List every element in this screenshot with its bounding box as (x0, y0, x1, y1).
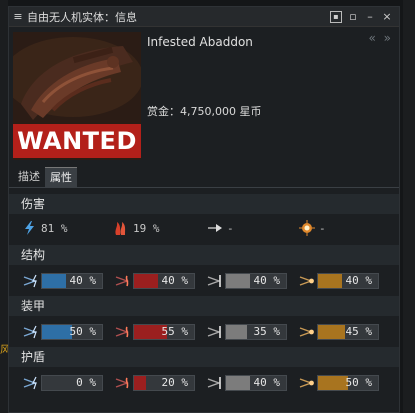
shield-resist-bar: 0 % (41, 375, 103, 391)
structure-resist-value: 40 % (253, 274, 281, 287)
kinetic-damage-icon (208, 224, 222, 232)
section-body-structure: 40 % 40 % 40 % 40 % (9, 265, 399, 293)
structure-resist-value: 40 % (69, 274, 97, 287)
armor-resist-bar: 45 % (317, 324, 379, 340)
damage-item-explosive: - (299, 214, 326, 242)
shield-resist-fill (318, 376, 348, 390)
damage-item-thermal: 19 % (113, 214, 160, 242)
section-title-shield: 护盾 (9, 347, 399, 367)
tab-bar: 描述 属性 (13, 167, 77, 187)
armor-resist-value: 55 % (161, 325, 189, 338)
structure-resist-fill (226, 274, 250, 288)
shield-resist-bar: 40 % (225, 375, 287, 391)
window-controls: ▪ ▫ – × (330, 10, 399, 23)
minimize-icon[interactable]: – (364, 10, 376, 23)
shield-resist-thermal: 20 % (113, 374, 195, 392)
ship-name: Infested Abaddon (147, 35, 253, 49)
window-titlebar[interactable]: ≡ 自由无人机实体：信息 ▪ ▫ – × (9, 7, 399, 27)
em-resist-icon (21, 324, 41, 340)
damage-item-em: 81 % (21, 214, 68, 242)
explosive-resist-icon (297, 324, 317, 340)
em-damage-icon (25, 221, 34, 235)
armor-resist-em: 50 % (21, 323, 103, 341)
shield-resist-bar: 20 % (133, 375, 195, 391)
armor-resist-explosive: 45 % (297, 323, 379, 341)
shield-resist-explosive: 50 % (297, 374, 379, 392)
tab-attributes[interactable]: 属性 (45, 167, 77, 187)
shield-resist-value: 40 % (253, 376, 281, 389)
info-header: WANTED Infested Abaddon 赏金：4,750,000 星币 … (9, 28, 399, 166)
em-resist-icon (21, 273, 41, 289)
shield-resist-fill (134, 376, 146, 390)
structure-resist-value: 40 % (161, 274, 189, 287)
explosive-damage-icon (299, 220, 315, 236)
section-body-armor: 50 % 55 % 35 % 45 % (9, 316, 399, 344)
thermal-resist-icon (113, 324, 133, 340)
shield-resist-value: 50 % (345, 376, 373, 389)
shield-resist-kinetic: 40 % (205, 374, 287, 392)
structure-resist-em: 40 % (21, 272, 103, 290)
background-left-edge: 风 (0, 0, 10, 413)
kinetic-resist-icon (205, 273, 225, 289)
armor-resist-value: 35 % (253, 325, 281, 338)
thermal-resist-icon (113, 375, 133, 391)
armor-resist-fill (226, 325, 247, 339)
window-menu-icon[interactable]: ≡ (9, 10, 27, 23)
structure-resist-explosive: 40 % (297, 272, 379, 290)
damage-item-kinetic: - (207, 214, 234, 242)
structure-resist-bar: 40 % (133, 273, 195, 289)
bounty-text: 赏金：4,750,000 星币 (147, 105, 262, 118)
structure-resist-bar: 40 % (225, 273, 287, 289)
structure-resist-fill (318, 274, 342, 288)
section-body-shield: 0 % 20 % 40 % 50 % (9, 367, 399, 395)
kinetic-resist-icon (205, 324, 225, 340)
explosive-resist-icon (297, 375, 317, 391)
armor-resist-bar: 35 % (225, 324, 287, 340)
armor-resist-bar: 55 % (133, 324, 195, 340)
armor-resist-fill (42, 325, 72, 339)
shield-resist-value: 20 % (161, 376, 189, 389)
ship-portrait: WANTED (13, 32, 141, 160)
pin-icon[interactable]: ▫ (347, 10, 359, 23)
structure-resist-kinetic: 40 % (205, 272, 287, 290)
armor-resist-value: 50 % (69, 325, 97, 338)
background-right-edge (403, 0, 415, 413)
armor-resist-bar: 50 % (41, 324, 103, 340)
window-title: 自由无人机实体：信息 (27, 10, 137, 24)
shield-resist-fill (226, 376, 250, 390)
shield-resist-value: 0 % (76, 376, 96, 389)
shield-resist-em: 0 % (21, 374, 103, 392)
armor-resist-value: 45 % (345, 325, 373, 338)
section-title-armor: 装甲 (9, 296, 399, 316)
explosive-resist-icon (297, 273, 317, 289)
structure-resist-fill (42, 274, 66, 288)
armor-resist-thermal: 55 % (113, 323, 195, 341)
damage-thermal-value: 19 % (133, 221, 160, 235)
kinetic-resist-icon (205, 375, 225, 391)
damage-explosive-value: - (319, 221, 326, 235)
structure-resist-bar: 40 % (41, 273, 103, 289)
armor-resist-kinetic: 35 % (205, 323, 287, 341)
shield-resist-bar: 50 % (317, 375, 379, 391)
structure-resist-value: 40 % (345, 274, 373, 287)
info-window: ≡ 自由无人机实体：信息 ▪ ▫ – × WANTED Infested Aba… (8, 6, 400, 413)
wanted-banner: WANTED (13, 124, 141, 158)
thermal-damage-icon (115, 222, 126, 235)
tab-divider (9, 187, 399, 188)
thermal-resist-icon (113, 273, 133, 289)
tab-description[interactable]: 描述 (13, 167, 45, 187)
structure-resist-thermal: 40 % (113, 272, 195, 290)
section-body-damage: 81 % 19 % - - (9, 214, 399, 242)
lock-icon[interactable]: ▪ (330, 10, 342, 23)
section-title-damage: 伤害 (9, 194, 399, 214)
close-icon[interactable]: × (381, 10, 393, 23)
damage-kinetic-value: - (227, 221, 234, 235)
em-resist-icon (21, 375, 41, 391)
damage-em-value: 81 % (41, 221, 68, 235)
collapse-header-button[interactable]: « » (369, 31, 394, 45)
structure-resist-bar: 40 % (317, 273, 379, 289)
structure-resist-fill (134, 274, 158, 288)
section-title-structure: 结构 (9, 245, 399, 265)
armor-resist-fill (318, 325, 345, 339)
